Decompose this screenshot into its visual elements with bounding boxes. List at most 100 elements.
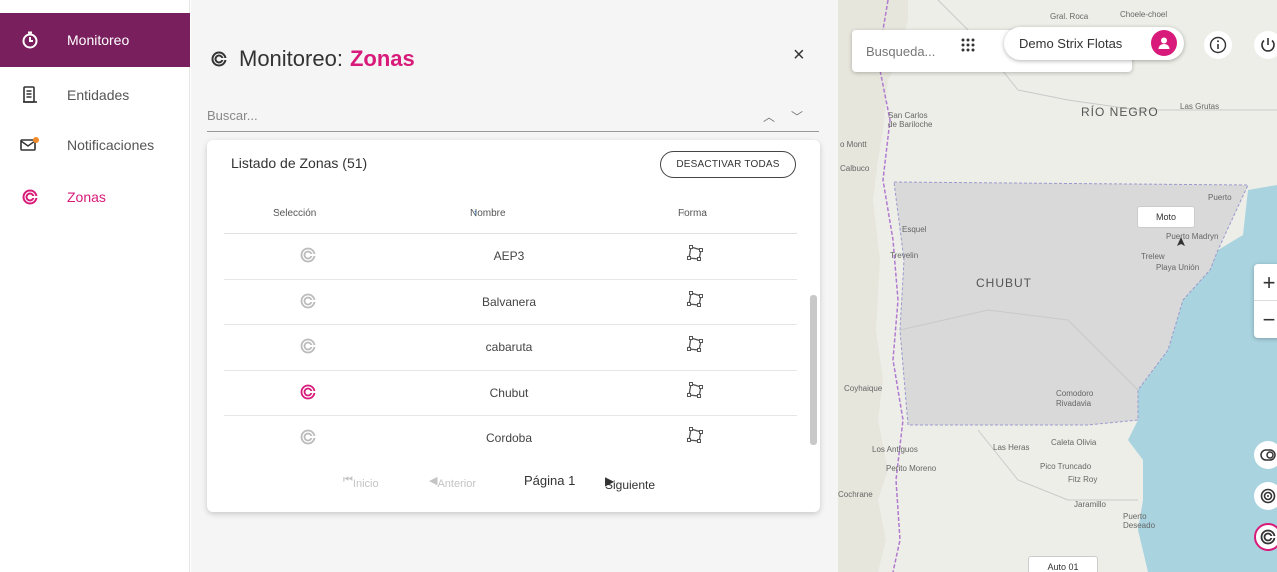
map-label: Los Antiguos — [872, 445, 918, 454]
map-label: Puerto — [1208, 193, 1232, 202]
sidebar-item-notificaciones[interactable]: Notificaciones — [0, 118, 190, 172]
map-label: Las Heras — [993, 443, 1030, 452]
table-row[interactable]: cabaruta — [224, 325, 797, 371]
map-label: Caleta Olivia — [1051, 438, 1097, 447]
map-label: Comodoro Rivadavia — [1056, 389, 1094, 408]
map-label: Puerto Madryn — [1166, 232, 1219, 241]
table-row[interactable]: Chubut — [224, 371, 797, 416]
map-label: Playa Unión — [1156, 263, 1200, 272]
zone-toggle-icon[interactable] — [300, 247, 316, 263]
user-name: Demo Strix Flotas — [1019, 36, 1123, 51]
list-icon — [20, 85, 40, 105]
scrollbar[interactable] — [810, 295, 817, 445]
sidebar-item-entidades[interactable]: Entidades — [0, 68, 190, 122]
zones-list-card: Listado de Zonas (51) DESACTIVAR TODAS S… — [207, 140, 820, 512]
prev-page-button[interactable]: ◀ Anterior — [429, 474, 476, 490]
map-label: Cochrane — [838, 490, 873, 499]
map-label: Fitz Roy — [1068, 475, 1098, 484]
map-label: Las Grutas — [1180, 102, 1220, 111]
zone-name: Chubut — [489, 385, 529, 400]
map-label: Esquel — [902, 225, 927, 234]
next-page-button[interactable]: Siguiente ▶ — [605, 474, 655, 492]
pagination: ⏮ Inicio ◀ Anterior Página 1 Siguiente ▶ — [207, 470, 820, 494]
zone-name: Balvanera — [481, 294, 537, 309]
zoom-in-button[interactable]: + — [1254, 264, 1277, 301]
table-header: Selección ↑ Nombre ↑ Forma ↑ — [273, 208, 707, 219]
map-label: Coyhaique — [844, 384, 883, 393]
polygon-icon[interactable] — [686, 426, 704, 444]
map-label: Perito Moreno — [886, 464, 937, 473]
zone-name: cabaruta — [485, 340, 533, 354]
map-label: San Carlos de Bariloche — [888, 111, 933, 129]
sidebar-item-label: Notificaciones — [67, 137, 155, 153]
apps-grid-icon[interactable] — [956, 33, 980, 57]
chevron-up-icon[interactable]: ︿ — [763, 108, 775, 125]
sidebar-item-label: Zonas — [67, 189, 106, 205]
table-row[interactable]: AEP3 — [224, 234, 797, 280]
zones-panel: Monitoreo: Zonas × ︿ ﹀ Listado de Zonas … — [191, 0, 838, 572]
avatar — [1151, 30, 1177, 56]
user-menu[interactable]: Demo Strix Flotas — [1004, 27, 1184, 60]
search-input[interactable] — [207, 100, 747, 130]
chevron-down-icon[interactable]: ﹀ — [791, 108, 803, 125]
polygon-icon[interactable] — [686, 335, 704, 353]
notification-icon — [20, 135, 40, 155]
first-page-button[interactable]: ⏮ Inicio — [343, 474, 379, 490]
map-search-input[interactable] — [866, 39, 956, 63]
sort-icon: ↑ — [473, 208, 478, 219]
sort-icon: ↑ — [276, 208, 281, 219]
info-icon[interactable] — [1204, 31, 1232, 59]
zone-name: Cordoba — [485, 431, 533, 445]
list-title: Listado de Zonas (51) — [231, 155, 368, 171]
sidebar-item-monitoreo[interactable]: Monitoreo — [0, 13, 190, 67]
title-accent: Zonas — [349, 46, 415, 71]
map-label: CHUBUT — [976, 276, 1032, 290]
table-row[interactable]: Balvanera — [224, 280, 797, 325]
vehicle-marker[interactable]: Auto 01 — [1028, 556, 1098, 572]
title-prefix: Monitoreo: — [239, 46, 343, 71]
table-body: AEP3 Balvanera cabaruta Chubut Cordoba — [224, 233, 797, 455]
map-label: o Montt — [840, 140, 867, 149]
sidebar-item-zonas[interactable]: Zonas — [0, 170, 190, 224]
map-base — [838, 0, 1277, 572]
zone-toggle-icon[interactable] — [300, 384, 316, 400]
clock-icon — [20, 30, 40, 50]
vehicle-marker[interactable]: Moto — [1137, 206, 1195, 228]
map-label: Trevelin — [890, 251, 919, 260]
geofence-icon[interactable] — [1254, 482, 1277, 510]
map-label: Trelew — [1141, 252, 1165, 261]
vehicle-arrow-icon — [1177, 237, 1185, 246]
zone-layer-icon[interactable] — [1254, 523, 1277, 551]
power-icon[interactable] — [1254, 31, 1277, 59]
sidebar-item-label: Entidades — [67, 87, 130, 103]
zoom-control: + − — [1254, 264, 1277, 338]
close-button[interactable]: × — [793, 44, 805, 67]
sidebar-item-label: Monitoreo — [67, 32, 130, 48]
map-label: Jaramillo — [1074, 500, 1107, 509]
search-bar: ︿ ﹀ — [207, 100, 819, 132]
toggle-layer-icon[interactable] — [1254, 441, 1277, 469]
zone-toggle-icon[interactable] — [300, 429, 316, 445]
map-label: Choele-choel — [1120, 10, 1168, 19]
sidebar: Monitoreo Entidades Notificaciones Zonas — [0, 0, 190, 572]
map-label: RÍO NEGRO — [1081, 105, 1159, 119]
page-title: Monitoreo: Zonas — [211, 46, 415, 72]
map[interactable]: Gral. Roca Choele-choel RÍO NEGRO Las Gr… — [838, 0, 1277, 572]
zone-toggle-icon[interactable] — [300, 338, 316, 354]
zoom-out-button[interactable]: − — [1254, 301, 1277, 338]
app: Monitoreo Entidades Notificaciones Zonas — [0, 0, 1277, 572]
current-page: Página 1 — [524, 473, 576, 488]
polygon-icon[interactable] — [686, 244, 704, 262]
map-label: Puerto Deseado — [1123, 512, 1156, 530]
zone-icon — [20, 187, 40, 207]
map-label: Calbuco — [840, 164, 870, 173]
map-label: Pico Truncado — [1040, 462, 1092, 471]
deactivate-all-button[interactable]: DESACTIVAR TODAS — [660, 151, 796, 178]
zone-icon — [211, 51, 227, 67]
map-label: Gral. Roca — [1050, 12, 1089, 21]
polygon-icon[interactable] — [686, 381, 704, 399]
polygon-icon[interactable] — [686, 290, 704, 308]
sort-icon: ↑ — [681, 208, 686, 219]
table-row[interactable]: Cordoba — [224, 416, 797, 455]
zone-toggle-icon[interactable] — [300, 293, 316, 309]
